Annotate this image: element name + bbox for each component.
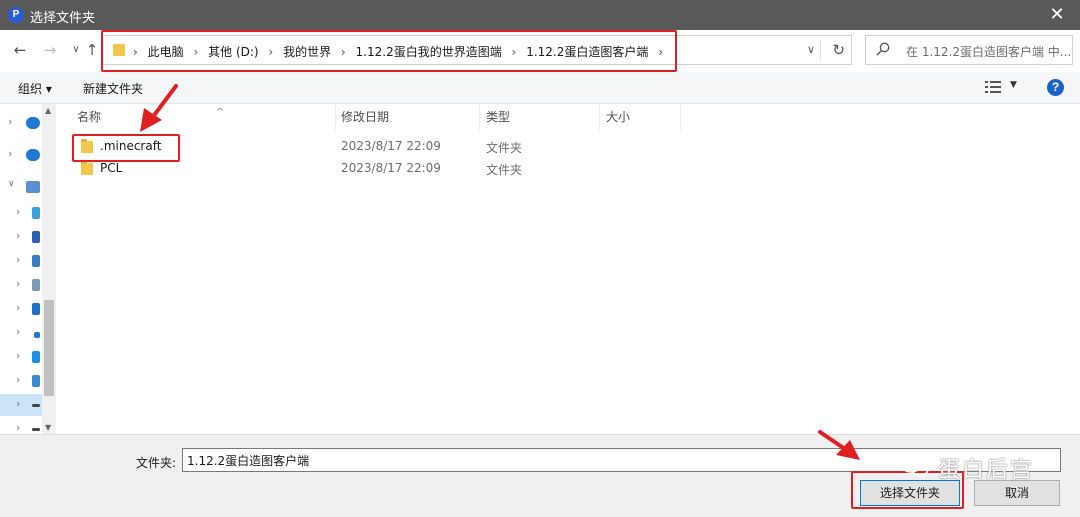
refresh-icon[interactable]: ↻ [832,41,845,59]
cloud-icon [26,117,40,129]
document-icon [32,279,40,291]
music-icon [34,332,40,338]
chevron-right-icon[interactable]: › [16,253,20,266]
title-bar: P 选择文件夹 ✕ [0,0,1080,30]
scroll-up-icon[interactable]: ▲ [45,106,51,115]
divider [820,40,821,60]
chevron-right-icon[interactable]: › [16,301,20,314]
column-header-name-label: 名称 [77,110,102,124]
windows-drive-icon [32,375,40,387]
back-arrow-icon[interactable]: ← [10,40,30,60]
column-header-type[interactable]: 类型 [480,104,600,130]
chevron-right-icon[interactable]: › [16,373,20,386]
nav-item-music[interactable]: › [0,322,42,344]
navigation-pane: › › ∨ › › › › › › › › › › ▲ ▼ [0,104,56,434]
column-header-size[interactable]: 大小 [600,104,681,130]
nav-item-onedrive-personal[interactable]: › [0,144,42,166]
forward-arrow-icon[interactable]: → [40,40,60,60]
picture-icon [32,255,40,267]
command-toolbar: 组织 ▾ 新建文件夹 ▼ ? [0,72,1080,104]
cloud-icon [26,149,40,161]
scroll-down-icon[interactable]: ▼ [45,423,51,432]
computer-icon [26,181,40,193]
nav-item-pictures[interactable]: › [0,250,42,272]
nav-item-3d-objects[interactable]: › [0,202,42,224]
watermark: 蛋白后宫 [900,452,1050,483]
chevron-right-icon[interactable]: › [16,421,20,434]
nav-item-onedrive[interactable]: › [0,112,42,134]
help-icon[interactable]: ? [1047,79,1064,96]
close-button[interactable]: ✕ [1034,0,1080,30]
scrollbar-thumb[interactable] [44,300,54,396]
app-icon: P [8,7,24,23]
search-placeholder: 在 1.12.2蛋白造图客户端 中... [906,45,1072,59]
address-dropdown-icon[interactable]: ∨ [807,43,815,56]
view-dropdown-icon[interactable]: ▼ [1010,80,1017,90]
column-header-modified[interactable]: 修改日期 [335,104,480,130]
folder-label: 文件夹: [136,456,177,470]
nav-item-this-pc[interactable]: ∨ [0,176,42,198]
file-name: PCL [100,161,123,175]
file-modified: 2023/8/17 22:09 [341,161,441,175]
nav-item-documents[interactable]: › [0,274,42,296]
cube-icon [32,207,40,219]
download-icon [32,303,40,315]
search-input[interactable]: 在 1.12.2蛋白造图客户端 中... [865,35,1073,65]
desktop-icon [32,351,40,363]
folder-icon [81,161,93,175]
chevron-right-icon[interactable]: › [16,205,20,218]
drive-icon [32,428,40,431]
window-title: 选择文件夹 [30,11,96,26]
chevron-right-icon[interactable]: › [16,229,20,242]
chevron-right-icon[interactable]: › [16,277,20,290]
drive-icon [32,404,40,407]
wechat-icon [900,455,929,477]
watermark-text: 蛋白后宫 [938,458,1035,483]
chevron-right-icon[interactable]: › [16,397,20,410]
nav-item-system-c[interactable]: › [0,370,42,392]
nav-item-drive-d[interactable]: › [0,394,42,416]
file-highlight-box [72,134,180,162]
chevron-right-icon[interactable]: › [16,349,20,362]
file-list: 名称 ^ 修改日期 类型 大小 .minecraft 2023/8/17 22:… [56,104,1080,434]
organize-button[interactable]: 组织 ▾ [18,80,52,97]
chevron-right-icon[interactable]: › [8,115,12,128]
chevron-right-icon[interactable]: › [16,325,20,338]
file-modified: 2023/8/17 22:09 [341,139,441,153]
nav-item-desktop[interactable]: › [0,346,42,368]
view-options-icon[interactable] [985,81,1001,93]
search-icon [876,42,890,56]
chevron-right-icon[interactable]: › [8,147,12,160]
file-type: 文件夹 [486,163,523,177]
nav-scrollbar[interactable]: ▲ ▼ [42,104,56,434]
column-header-name[interactable]: 名称 ^ [71,104,336,130]
file-type: 文件夹 [486,141,523,155]
chevron-down-icon[interactable]: ∨ [8,179,15,189]
address-highlight-box [101,30,677,72]
new-folder-button[interactable]: 新建文件夹 [83,80,143,97]
up-arrow-icon[interactable]: ↑ [82,40,102,60]
sort-ascending-icon: ^ [216,107,225,118]
nav-item-videos[interactable]: › [0,226,42,248]
video-icon [32,231,40,243]
nav-item-downloads[interactable]: › [0,298,42,320]
